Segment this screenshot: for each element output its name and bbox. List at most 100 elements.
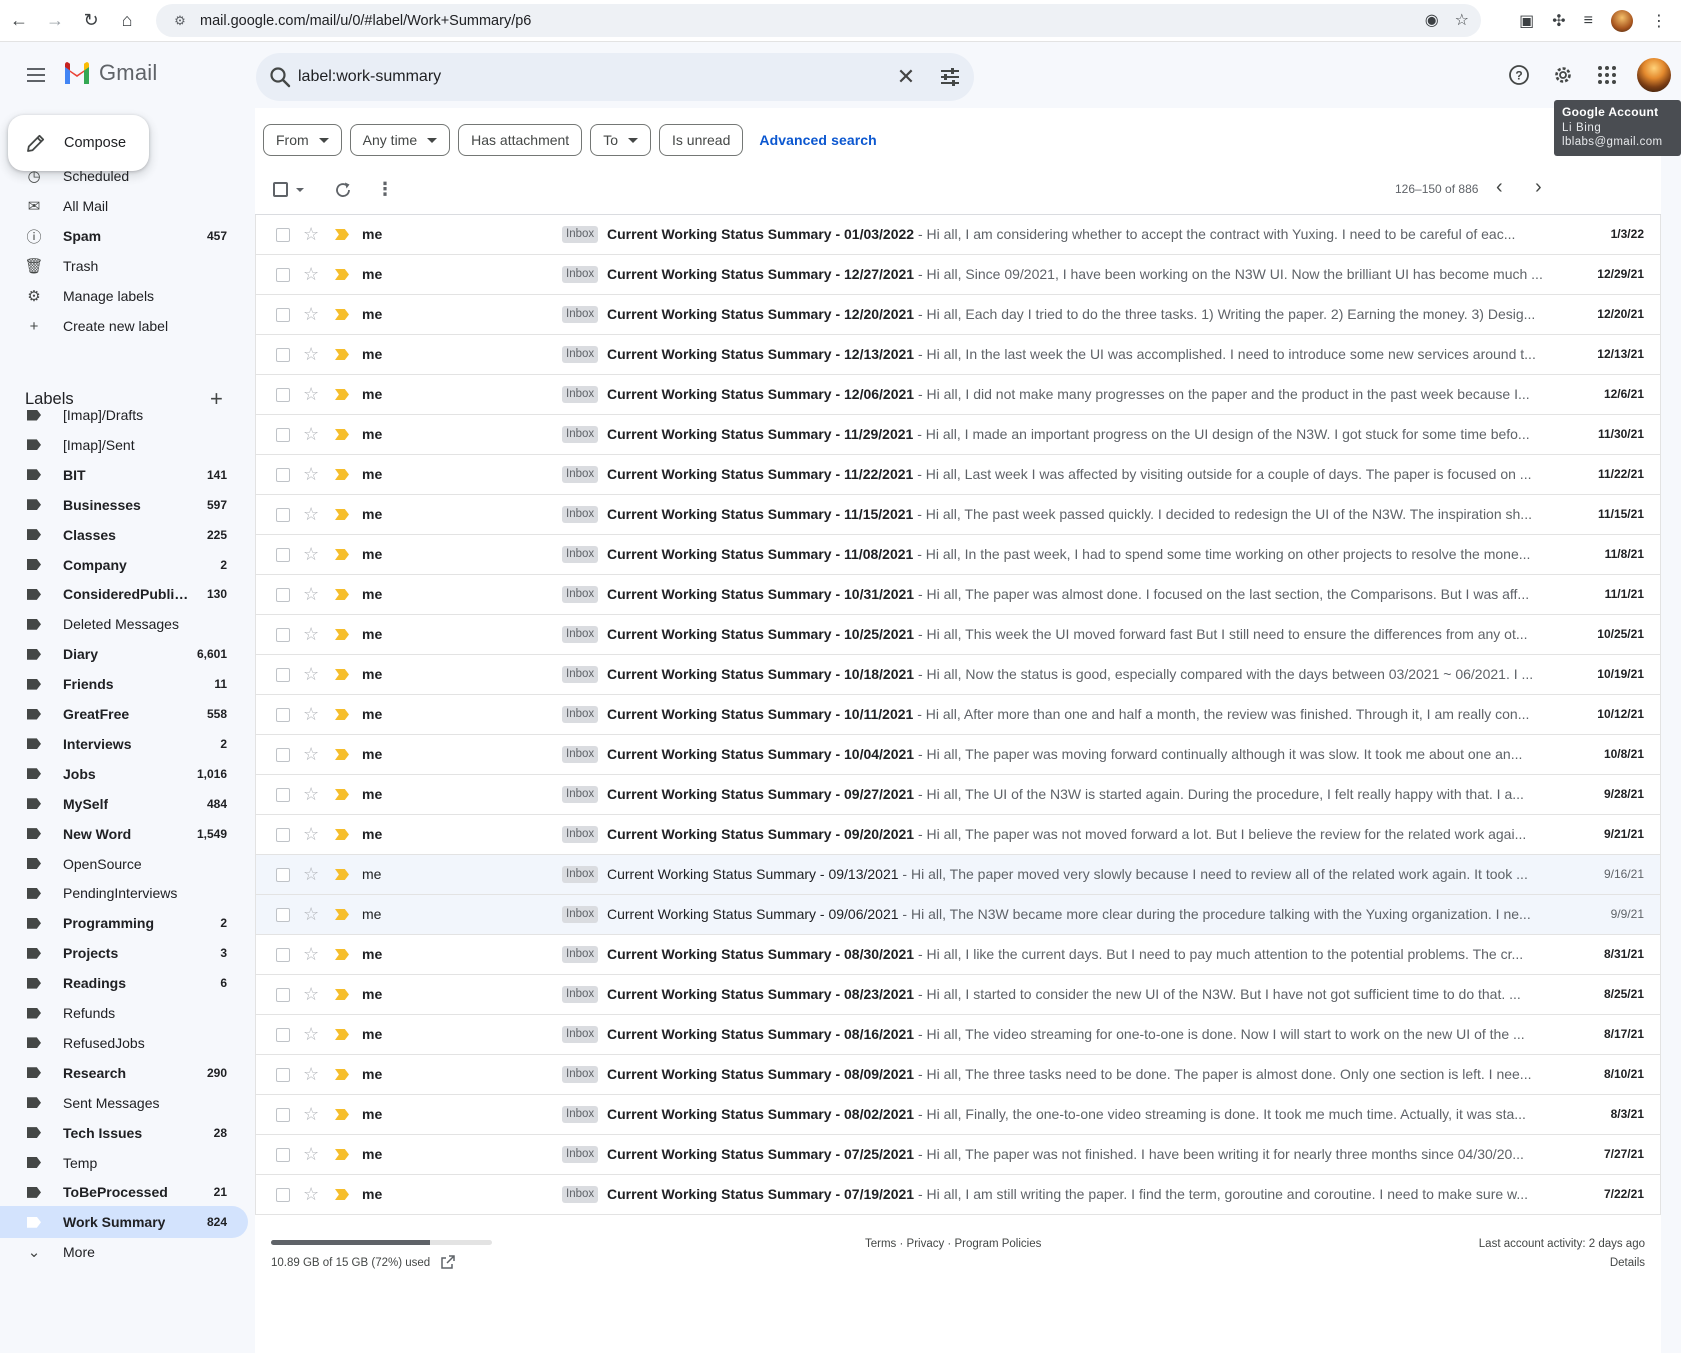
- sidebar-label-friends[interactable]: Friends 11: [0, 668, 248, 700]
- star-icon[interactable]: ☆: [303, 984, 319, 1004]
- inbox-badge[interactable]: Inbox: [562, 386, 599, 403]
- apps-grid-icon[interactable]: [1587, 55, 1627, 95]
- star-icon[interactable]: ☆: [303, 944, 319, 964]
- email-row[interactable]: ☆ me Inbox Current Working Status Summary -…: [255, 455, 1661, 495]
- star-icon[interactable]: ☆: [303, 1104, 319, 1124]
- account-avatar[interactable]: [1637, 58, 1671, 92]
- email-row[interactable]: ☆ me Inbox Current Working Status Summary -…: [255, 375, 1661, 415]
- inbox-badge[interactable]: Inbox: [562, 946, 599, 963]
- newer-page-icon[interactable]: ‹: [1496, 176, 1503, 199]
- row-checkbox[interactable]: [276, 708, 290, 722]
- filter-has-attachment-chip[interactable]: Has attachment: [458, 124, 583, 156]
- sidebar-label--imap-drafts[interactable]: [Imap]/Drafts: [0, 399, 248, 431]
- inbox-badge[interactable]: Inbox: [562, 346, 599, 363]
- star-icon[interactable]: ☆: [303, 664, 319, 684]
- email-row[interactable]: ☆ me Inbox Current Working Status Summary -…: [255, 1015, 1661, 1055]
- sidebar-label-diary[interactable]: Diary 6,601: [0, 638, 248, 670]
- sidebar-item-trash[interactable]: 🗑 Trash: [0, 250, 248, 282]
- sidebar-label-classes[interactable]: Classes 225: [0, 519, 248, 551]
- star-icon[interactable]: ☆: [303, 1024, 319, 1044]
- important-marker-icon[interactable]: [335, 589, 349, 600]
- row-checkbox[interactable]: [276, 508, 290, 522]
- star-icon[interactable]: ☆: [303, 1064, 319, 1084]
- email-row[interactable]: ☆ me Inbox Current Working Status Summary -…: [255, 615, 1661, 655]
- sidebar-label-tech-issues[interactable]: Tech Issues 28: [0, 1117, 248, 1149]
- row-checkbox[interactable]: [276, 348, 290, 362]
- sidebar-label-research[interactable]: Research 290: [0, 1057, 248, 1089]
- settings-gear-icon[interactable]: [1543, 55, 1583, 95]
- inbox-badge[interactable]: Inbox: [562, 826, 599, 843]
- sidebar-label-programming[interactable]: Programming 2: [0, 907, 248, 939]
- email-row[interactable]: ☆ me Inbox Current Working Status Summary -…: [255, 215, 1661, 255]
- star-icon[interactable]: ☆: [303, 744, 319, 764]
- inbox-badge[interactable]: Inbox: [562, 1106, 599, 1123]
- email-row[interactable]: ☆ me Inbox Current Working Status Summary -…: [255, 935, 1661, 975]
- email-row[interactable]: ☆ me Inbox Current Working Status Summary -…: [255, 975, 1661, 1015]
- row-checkbox[interactable]: [276, 548, 290, 562]
- row-checkbox[interactable]: [276, 788, 290, 802]
- home-icon[interactable]: ⌂: [110, 4, 144, 38]
- row-checkbox[interactable]: [276, 828, 290, 842]
- email-row[interactable]: ☆ me Inbox Current Working Status Summary -…: [255, 1095, 1661, 1135]
- email-row[interactable]: ☆ me Inbox Current Working Status Summary -…: [255, 415, 1661, 455]
- filter-any-time-chip[interactable]: Any time: [349, 124, 451, 156]
- star-icon[interactable]: ☆: [303, 544, 319, 564]
- inbox-badge[interactable]: Inbox: [562, 626, 599, 643]
- sidebar-label-interviews[interactable]: Interviews 2: [0, 728, 248, 760]
- row-checkbox[interactable]: [276, 668, 290, 682]
- select-all-checkbox[interactable]: [273, 182, 288, 197]
- search-bar[interactable]: ✕: [256, 53, 974, 101]
- email-row[interactable]: ☆ me Inbox Current Working Status Summary -…: [255, 895, 1661, 935]
- email-row[interactable]: ☆ me Inbox Current Working Status Summary -…: [255, 735, 1661, 775]
- important-marker-icon[interactable]: [335, 1109, 349, 1120]
- row-checkbox[interactable]: [276, 748, 290, 762]
- inbox-badge[interactable]: Inbox: [562, 786, 599, 803]
- bookmark-star-icon[interactable]: ☆: [1455, 10, 1469, 30]
- inbox-badge[interactable]: Inbox: [562, 866, 599, 883]
- email-row[interactable]: ☆ me Inbox Current Working Status Summary -…: [255, 495, 1661, 535]
- filter-to-chip[interactable]: To: [590, 124, 651, 156]
- inbox-badge[interactable]: Inbox: [562, 426, 599, 443]
- important-marker-icon[interactable]: [335, 909, 349, 920]
- activity-details-link[interactable]: Details: [1479, 1257, 1645, 1269]
- row-checkbox[interactable]: [276, 1028, 290, 1042]
- older-page-icon[interactable]: ›: [1535, 176, 1542, 199]
- important-marker-icon[interactable]: [335, 1029, 349, 1040]
- important-marker-icon[interactable]: [335, 789, 349, 800]
- important-marker-icon[interactable]: [335, 709, 349, 720]
- sidebar-label-refusedjobs[interactable]: RefusedJobs: [0, 1027, 248, 1059]
- important-marker-icon[interactable]: [335, 389, 349, 400]
- eye-off-icon[interactable]: ◉: [1425, 10, 1439, 30]
- star-icon[interactable]: ☆: [303, 904, 319, 924]
- sidebar-label-businesses[interactable]: Businesses 597: [0, 489, 248, 521]
- sidebar-label--imap-sent[interactable]: [Imap]/Sent: [0, 429, 248, 461]
- star-icon[interactable]: ☆: [303, 304, 319, 324]
- important-marker-icon[interactable]: [335, 1069, 349, 1080]
- star-icon[interactable]: ☆: [303, 1184, 319, 1204]
- star-icon[interactable]: ☆: [303, 584, 319, 604]
- search-input[interactable]: [298, 65, 858, 89]
- forward-icon[interactable]: →: [38, 4, 72, 38]
- row-checkbox[interactable]: [276, 468, 290, 482]
- sidebar-label-bit[interactable]: BIT 141: [0, 459, 248, 491]
- row-checkbox[interactable]: [276, 588, 290, 602]
- important-marker-icon[interactable]: [335, 1189, 349, 1200]
- back-icon[interactable]: ←: [2, 4, 36, 38]
- sidebar-label-pendinginterviews[interactable]: PendingInterviews: [0, 877, 248, 909]
- sidebar-more[interactable]: ⌄ More: [0, 1236, 248, 1268]
- star-icon[interactable]: ☆: [303, 264, 319, 284]
- more-options-icon[interactable]: ⋮: [375, 180, 395, 200]
- row-checkbox[interactable]: [276, 988, 290, 1002]
- sidebar-item-manage-labels[interactable]: ⚙ Manage labels: [0, 280, 248, 312]
- sidebar-item-all-mail[interactable]: ✉ All Mail: [0, 190, 248, 222]
- row-checkbox[interactable]: [276, 428, 290, 442]
- star-icon[interactable]: ☆: [303, 784, 319, 804]
- inbox-badge[interactable]: Inbox: [562, 1066, 599, 1083]
- star-icon[interactable]: ☆: [303, 384, 319, 404]
- important-marker-icon[interactable]: [335, 1149, 349, 1160]
- important-marker-icon[interactable]: [335, 469, 349, 480]
- row-checkbox[interactable]: [276, 1188, 290, 1202]
- inbox-badge[interactable]: Inbox: [562, 986, 599, 1003]
- important-marker-icon[interactable]: [335, 429, 349, 440]
- email-row[interactable]: ☆ me Inbox Current Working Status Summary -…: [255, 1175, 1661, 1215]
